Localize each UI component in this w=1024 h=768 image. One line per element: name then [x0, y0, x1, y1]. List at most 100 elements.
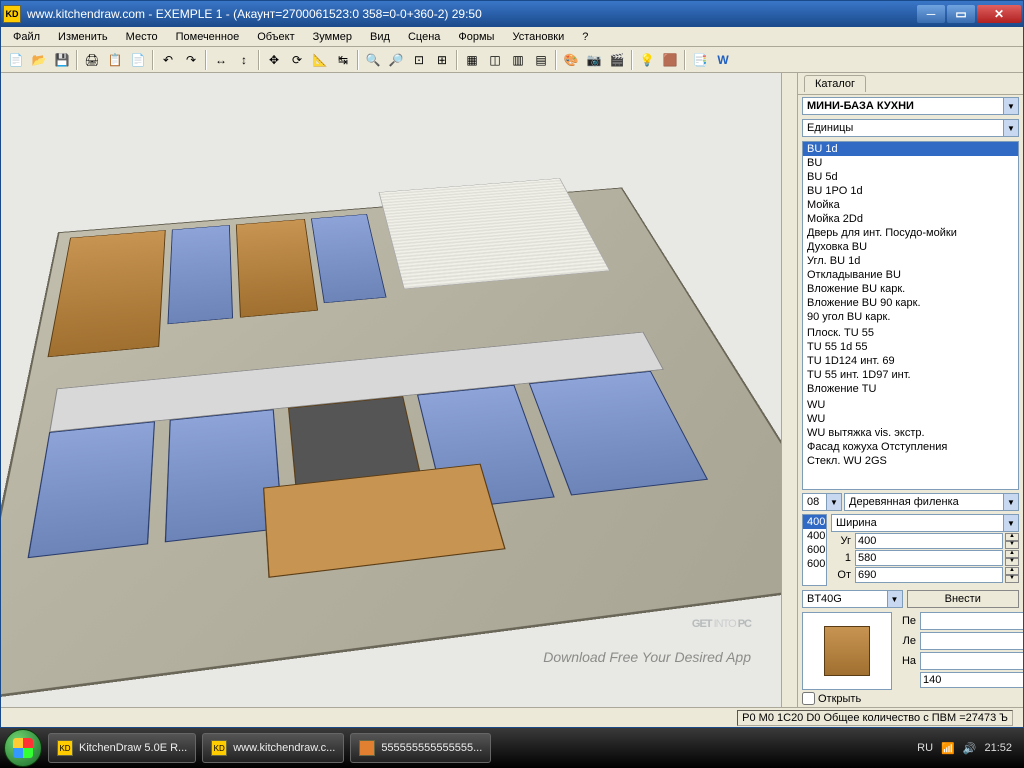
- units-select[interactable]: Единицы ▼: [802, 119, 1019, 137]
- list-item[interactable]: 90 угол BU карк.: [803, 310, 1018, 324]
- dim1-input[interactable]: [855, 550, 1003, 566]
- viewport-3d[interactable]: GET INTO PC Download Free Your Desired A…: [1, 73, 781, 707]
- tb-copy-icon[interactable]: 📋: [104, 49, 126, 71]
- chevron-down-icon[interactable]: ▼: [1003, 494, 1018, 510]
- system-tray[interactable]: RU 📶 🔊 21:52: [909, 742, 1020, 755]
- tb-grid-icon[interactable]: ▤: [530, 49, 552, 71]
- ha-input[interactable]: [920, 672, 1023, 688]
- ug-input[interactable]: [855, 533, 1003, 549]
- menu-forms[interactable]: Формы: [450, 29, 502, 45]
- tb-dim-icon[interactable]: ↹: [332, 49, 354, 71]
- list-item[interactable]: Дверь для инт. Посудо-мойки: [803, 226, 1018, 240]
- tb-doc-icon[interactable]: 📑: [689, 49, 711, 71]
- chevron-down-icon[interactable]: ▼: [887, 591, 902, 607]
- start-button[interactable]: [4, 729, 42, 767]
- width-select[interactable]: Ширина ▼: [831, 514, 1019, 532]
- chevron-down-icon[interactable]: ▼: [1003, 515, 1018, 531]
- list-item[interactable]: Вложение TU: [803, 382, 1018, 396]
- menu-settings[interactable]: Установки: [504, 29, 572, 45]
- open-checkbox[interactable]: [802, 692, 815, 705]
- list-item[interactable]: 600 П: [803, 557, 826, 571]
- dim1-spinner[interactable]: ▲▼: [1005, 550, 1019, 566]
- list-item[interactable]: BU: [803, 156, 1018, 170]
- menu-help[interactable]: ?: [574, 29, 596, 45]
- list-item[interactable]: Духовка BU: [803, 240, 1018, 254]
- tb-zoomout-icon[interactable]: 🔎: [385, 49, 407, 71]
- items-listbox[interactable]: BU 1dBUBU 5dBU 1PO 1dМойкаМойка 2DdДверь…: [802, 141, 1019, 490]
- list-item[interactable]: Мойка 2Dd: [803, 212, 1018, 226]
- catalog-tab[interactable]: Каталог: [804, 75, 866, 92]
- tb-zoomall-icon[interactable]: ⊞: [431, 49, 453, 71]
- tb-elev-icon[interactable]: ▥: [507, 49, 529, 71]
- minimize-button[interactable]: ─: [917, 5, 945, 23]
- tb-print-icon[interactable]: 🖨: [81, 49, 103, 71]
- tb-measure-icon[interactable]: 📐: [309, 49, 331, 71]
- list-item[interactable]: BU 1PO 1d: [803, 184, 1018, 198]
- tray-lang[interactable]: RU: [917, 742, 933, 754]
- list-item[interactable]: Мойка: [803, 198, 1018, 212]
- list-item[interactable]: Фасад кожуха Отступления: [803, 440, 1018, 454]
- tb-arrow-icon[interactable]: ↔: [210, 49, 232, 71]
- tb-zoomin-icon[interactable]: 🔍: [362, 49, 384, 71]
- tb-new-icon[interactable]: 📄: [5, 49, 27, 71]
- taskbar-item[interactable]: KDKitchenDraw 5.0E R...: [48, 733, 196, 763]
- menu-marked[interactable]: Помеченное: [168, 29, 248, 45]
- list-item[interactable]: BU 1d: [803, 142, 1018, 156]
- tray-vol-icon[interactable]: 🔊: [963, 742, 977, 755]
- close-button[interactable]: ✕: [977, 5, 1021, 23]
- list-item[interactable]: WU вытяжка vis. экстр.: [803, 426, 1018, 440]
- tb-save-icon[interactable]: 💾: [51, 49, 73, 71]
- tb-arrow2-icon[interactable]: ↕: [233, 49, 255, 71]
- sizes-listbox[interactable]: 400 Л400 П600 Л600 П: [802, 514, 827, 586]
- menu-scene[interactable]: Сцена: [400, 29, 448, 45]
- ot-input[interactable]: [855, 567, 1003, 583]
- chevron-down-icon[interactable]: ▼: [1003, 98, 1018, 114]
- pe-select[interactable]: ▼: [920, 612, 1023, 630]
- tb-move-icon[interactable]: ✥: [263, 49, 285, 71]
- list-item[interactable]: BU 5d: [803, 170, 1018, 184]
- tb-view3d-icon[interactable]: ◫: [484, 49, 506, 71]
- list-item[interactable]: Угл. BU 1d: [803, 254, 1018, 268]
- tb-redo-icon[interactable]: ↷: [180, 49, 202, 71]
- list-item[interactable]: Стекл. WU 2GS: [803, 454, 1018, 468]
- tb-camera-icon[interactable]: 📷: [583, 49, 605, 71]
- style-name-select[interactable]: Деревянная филенка ▼: [844, 493, 1019, 511]
- tb-light-icon[interactable]: 💡: [636, 49, 658, 71]
- menu-file[interactable]: Файл: [5, 29, 48, 45]
- ha-select[interactable]: ▼: [920, 652, 1023, 670]
- tb-open-icon[interactable]: 📂: [28, 49, 50, 71]
- style-code-select[interactable]: 08 ▼: [802, 493, 842, 511]
- menu-view[interactable]: Вид: [362, 29, 398, 45]
- chevron-down-icon[interactable]: ▼: [1003, 120, 1018, 136]
- menu-object[interactable]: Объект: [249, 29, 302, 45]
- maximize-button[interactable]: ▭: [947, 5, 975, 23]
- chevron-down-icon[interactable]: ▼: [826, 494, 841, 510]
- menu-edit[interactable]: Изменить: [50, 29, 116, 45]
- list-item[interactable]: WU: [803, 412, 1018, 426]
- insert-button[interactable]: Внести: [907, 590, 1020, 608]
- menu-zoom[interactable]: Зуммер: [305, 29, 360, 45]
- list-item[interactable]: 400 Л: [803, 515, 826, 529]
- viewport-scrollbar[interactable]: [781, 73, 797, 707]
- list-item[interactable]: WU: [803, 398, 1018, 412]
- model-select[interactable]: BT40G ▼: [802, 590, 903, 608]
- le-select[interactable]: ▼: [920, 632, 1023, 650]
- tb-zoomfit-icon[interactable]: ⊡: [408, 49, 430, 71]
- tb-video-icon[interactable]: 🎬: [606, 49, 628, 71]
- list-item[interactable]: 600 Л: [803, 543, 826, 557]
- catalog-select[interactable]: МИНИ-БАЗА КУХНИ ▼: [802, 97, 1019, 115]
- list-item[interactable]: Вложение BU 90 карк.: [803, 296, 1018, 310]
- list-item[interactable]: TU 55 1d 55: [803, 340, 1018, 354]
- list-item[interactable]: TU 1D124 инт. 69: [803, 354, 1018, 368]
- tb-render-icon[interactable]: 🎨: [560, 49, 582, 71]
- ot-spinner[interactable]: ▲▼: [1005, 567, 1019, 583]
- list-item[interactable]: Плоск. TU 55: [803, 326, 1018, 340]
- tb-view2d-icon[interactable]: ▦: [461, 49, 483, 71]
- tb-undo-icon[interactable]: ↶: [157, 49, 179, 71]
- list-item[interactable]: Вложение BU карк.: [803, 282, 1018, 296]
- list-item[interactable]: 400 П: [803, 529, 826, 543]
- list-item[interactable]: Откладывание BU: [803, 268, 1018, 282]
- tb-rotate-icon[interactable]: ⟳: [286, 49, 308, 71]
- ug-spinner[interactable]: ▲▼: [1005, 533, 1019, 549]
- tb-mat-icon[interactable]: 🟫: [659, 49, 681, 71]
